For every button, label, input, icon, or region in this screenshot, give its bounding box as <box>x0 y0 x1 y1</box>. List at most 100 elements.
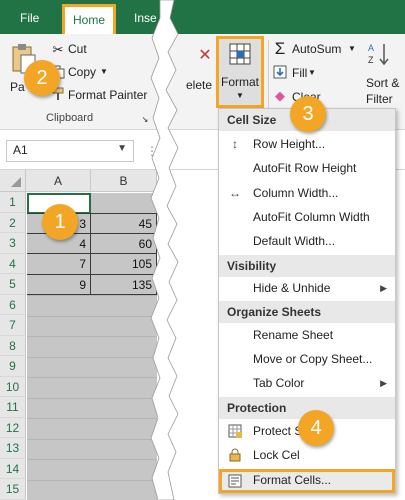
menu-item-rename-sheet[interactable]: Rename Sheet <box>219 324 395 346</box>
select-all-triangle-icon <box>11 177 21 187</box>
menu-item-label: Default Width... <box>253 234 336 248</box>
menu-section-organize-sheets: Organize Sheets <box>219 301 395 323</box>
cell-b3[interactable]: 60 <box>91 233 157 254</box>
autosum-dropdown-icon[interactable]: ▼ <box>348 44 356 53</box>
menu-item-label: Format Cells... <box>253 473 332 487</box>
menu-item-autofit-row-height[interactable]: AutoFit Row Height <box>219 157 395 179</box>
row-header[interactable]: 3 <box>0 233 26 254</box>
gridline <box>27 438 157 440</box>
menu-item-hide-unhide[interactable]: Hide & Unhide ▶ <box>219 277 395 299</box>
menu-item-column-width[interactable]: ↔ Column Width... <box>219 182 395 204</box>
gridline <box>27 356 157 358</box>
clipboard-group-caption: Clipboard <box>46 112 94 124</box>
row-header[interactable]: 10 <box>0 376 26 397</box>
menu-item-row-height[interactable]: ↕ Row Height... <box>219 133 395 155</box>
gridline <box>27 397 157 399</box>
column-header-a[interactable]: A <box>26 170 91 192</box>
menu-item-label: Move or Copy Sheet... <box>253 352 373 366</box>
gridline <box>27 418 157 419</box>
row-header[interactable]: 7 <box>0 315 26 336</box>
autosum-icon[interactable]: Σ <box>272 39 288 58</box>
format-dropdown-icon: ▼ <box>236 91 244 100</box>
cell-b5[interactable]: 135 <box>91 274 157 295</box>
select-all-button[interactable] <box>0 170 26 192</box>
menu-item-label: AutoFit Row Height <box>253 161 357 175</box>
name-box[interactable]: A1 ▼ <box>6 140 134 162</box>
menu-item-move-copy-sheet[interactable]: Move or Copy Sheet... <box>219 348 395 370</box>
fill-button[interactable]: Fill <box>292 66 307 80</box>
callout-step-2: 2 <box>24 60 60 96</box>
cell-a4[interactable]: 7 <box>27 254 91 275</box>
menu-item-lock-cell[interactable]: Lock Cel <box>219 444 395 466</box>
menu-item-label: Tab Color <box>253 376 305 390</box>
format-button[interactable]: Format ▼ <box>216 36 264 108</box>
gridline <box>27 377 157 378</box>
row-header[interactable]: 6 <box>0 294 26 315</box>
menu-item-label: Row Height... <box>253 137 326 151</box>
menu-item-label: Protect S <box>253 424 303 438</box>
copy-button[interactable]: Copy <box>68 65 96 79</box>
row-header[interactable]: 5 <box>0 274 26 295</box>
menu-item-tab-color[interactable]: Tab Color ▶ <box>219 372 395 394</box>
eraser-icon[interactable]: ◆ <box>272 88 288 104</box>
svg-text:A: A <box>368 43 374 53</box>
row-height-icon: ↕ <box>232 137 238 151</box>
torn-edge-divider <box>150 0 179 500</box>
delete-x-icon: ✕ <box>198 47 212 64</box>
row-header[interactable]: 2 <box>0 212 26 233</box>
fill-icon[interactable] <box>272 64 288 80</box>
paste-button-label[interactable]: Pa <box>10 80 25 94</box>
name-box-value: A1 <box>13 143 28 157</box>
row-header[interactable]: 11 <box>0 397 26 418</box>
gridline <box>27 459 157 460</box>
callout-step-1: 1 <box>42 204 78 240</box>
gridline <box>27 479 157 481</box>
row-header[interactable]: 15 <box>0 479 26 500</box>
gridline <box>27 336 157 337</box>
autosum-button[interactable]: AutoSum <box>292 42 341 56</box>
scissors-icon[interactable]: ✂ <box>50 42 66 58</box>
sort-filter-label-2[interactable]: Filter <box>366 92 393 106</box>
row-header[interactable]: 4 <box>0 253 26 274</box>
row-header[interactable]: 13 <box>0 438 26 459</box>
column-width-icon: ↔ <box>229 186 241 200</box>
tab-home[interactable]: Home <box>62 4 116 34</box>
callout-step-3: 3 <box>290 96 326 132</box>
delete-button[interactable]: elete <box>186 78 212 92</box>
cell-a5[interactable]: 9 <box>27 274 91 295</box>
row-header[interactable]: 9 <box>0 356 26 377</box>
menu-item-label: Column Width... <box>253 186 339 200</box>
sort-filter-icon[interactable]: AZ <box>366 40 394 68</box>
dialog-launcher-icon[interactable]: ↘ <box>140 114 150 124</box>
menu-item-label: Hide & Unhide <box>253 281 331 295</box>
column-header-b[interactable]: B <box>91 170 157 192</box>
cut-button[interactable]: Cut <box>68 42 87 56</box>
format-cells-icon <box>227 473 243 489</box>
fill-dropdown-icon[interactable]: ▼ <box>308 68 316 77</box>
format-painter-button[interactable]: Format Painter <box>68 88 147 102</box>
lock-cell-icon <box>227 447 243 463</box>
menu-item-label: AutoFit Column Width <box>253 210 370 224</box>
menu-item-autofit-column-width[interactable]: AutoFit Column Width <box>219 206 395 228</box>
row-header[interactable]: 14 <box>0 458 26 479</box>
chevron-down-icon[interactable]: ▼ <box>117 143 127 154</box>
ribbon-tab-bar: File Home Inse <box>0 0 405 34</box>
protect-sheet-icon <box>227 423 243 439</box>
copy-dropdown-icon[interactable]: ▼ <box>100 67 108 76</box>
callout-step-4: 4 <box>298 410 334 446</box>
menu-item-format-cells[interactable]: Format Cells... <box>219 469 395 493</box>
cell-b2[interactable]: 45 <box>91 213 157 234</box>
menu-item-label: Lock Cel <box>253 448 300 462</box>
submenu-arrow-icon: ▶ <box>380 283 387 293</box>
tab-file[interactable]: File <box>12 5 47 31</box>
row-header[interactable]: 8 <box>0 335 26 356</box>
gridline <box>27 295 157 296</box>
cell-b4[interactable]: 105 <box>91 254 157 275</box>
submenu-arrow-icon: ▶ <box>380 378 387 388</box>
menu-item-default-width[interactable]: Default Width... <box>219 230 395 252</box>
row-header[interactable]: 12 <box>0 417 26 438</box>
format-grid-icon <box>229 43 251 65</box>
sort-filter-label-1[interactable]: Sort & <box>366 76 399 90</box>
row-header[interactable]: 1 <box>0 192 26 213</box>
format-button-label: Format <box>220 75 259 89</box>
